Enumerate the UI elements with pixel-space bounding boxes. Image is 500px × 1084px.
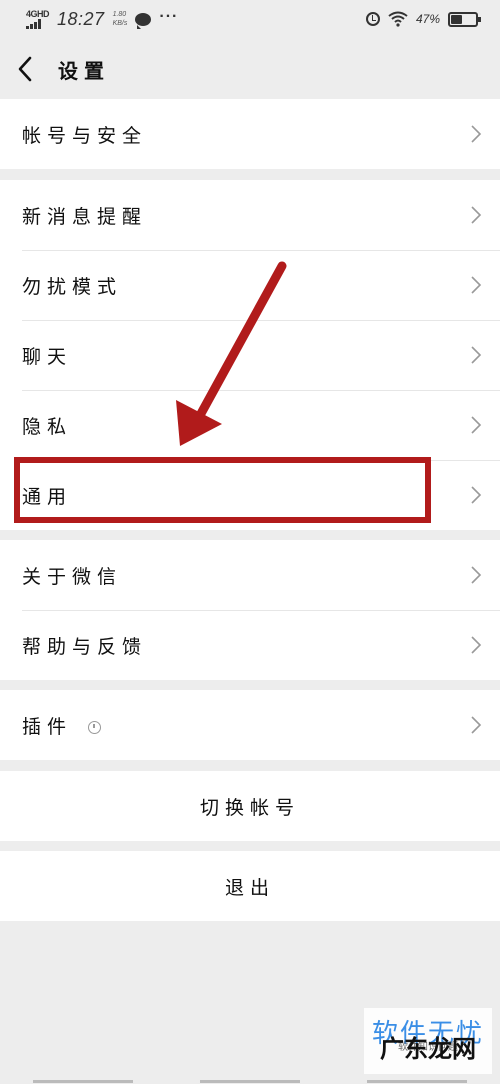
annotation-highlight-box [14,457,431,523]
chevron-right-icon [471,206,482,224]
settings-item-do-not-disturb[interactable]: 勿扰模式 [0,250,500,320]
wifi-icon [388,11,408,27]
settings-item-chat[interactable]: 聊天 [0,320,500,390]
switch-account-label: 切换帐号 [199,796,300,819]
chevron-right-icon [471,276,482,294]
back-arrow-icon[interactable] [16,54,46,84]
logout-section: 退出 [0,851,500,921]
chevron-right-icon [471,416,482,434]
status-time: 18:27 [57,8,105,29]
chevron-right-icon [471,566,482,584]
about-section: 关于微信 帮助与反馈 [0,540,500,680]
network-type: 4GHD [26,8,50,19]
settings-item-plugins[interactable]: 插件 [0,690,500,760]
network-indicator: 4GHD [26,8,50,29]
logout-button[interactable]: 退出 [0,851,500,921]
plugins-section: 插件 [0,690,500,760]
chevron-right-icon [471,716,482,734]
battery-icon [448,11,481,27]
logout-label: 退出 [224,876,275,899]
bottom-nav-strip [0,1078,500,1084]
settings-item-account-security[interactable]: 帐号与安全 [0,99,500,169]
switch-account-section: 切换帐号 [0,771,500,841]
settings-item-label: 聊天 [22,345,73,368]
chevron-right-icon [471,346,482,364]
plugin-badge-icon [88,720,102,734]
message-notification-icon [135,12,152,29]
settings-item-label: 帮助与反馈 [22,635,148,658]
chevron-right-icon [471,125,482,143]
settings-item-help-feedback[interactable]: 帮助与反馈 [0,610,500,680]
watermark: 软件无忧 软件知识问题 广东龙网 [364,1008,492,1074]
nav-bar: 设置 [0,38,500,100]
bottom-strip-segment [199,1080,300,1083]
page-title: 设置 [58,58,110,83]
settings-item-label: 勿扰模式 [22,275,123,298]
alarm-icon [365,12,380,26]
speed-value: 1.80 [112,11,127,18]
watermark-bottom: 广东龙网 [380,1035,476,1063]
signal-icon [26,18,41,29]
account-section: 帐号与安全 [0,99,500,169]
switch-account-button[interactable]: 切换帐号 [0,771,500,841]
settings-item-label: 帐号与安全 [22,124,148,147]
settings-item-privacy[interactable]: 隐私 [0,390,500,460]
settings-item-label: 隐私 [22,415,73,438]
bottom-strip-segment [33,1080,134,1083]
settings-item-about-wechat[interactable]: 关于微信 [0,540,500,610]
settings-item-label: 新消息提醒 [22,205,148,228]
status-bar: 4GHD 18:27 1.80 KB/s ··· 47% [0,0,500,38]
more-notifications-icon: ··· [159,8,179,25]
speed-unit: KB/s [112,20,128,27]
chevron-right-icon [471,486,482,504]
settings-item-label: 关于微信 [22,565,123,588]
settings-item-new-message-notify[interactable]: 新消息提醒 [0,180,500,250]
settings-item-label: 插件 [22,715,73,738]
bottom-strip-segment [366,1080,467,1083]
settings-item-label-wrap: 插件 [22,712,470,739]
network-speed: 1.80 KB/s [113,10,128,28]
chevron-right-icon [471,636,482,654]
battery-percent: 47% [415,12,440,26]
